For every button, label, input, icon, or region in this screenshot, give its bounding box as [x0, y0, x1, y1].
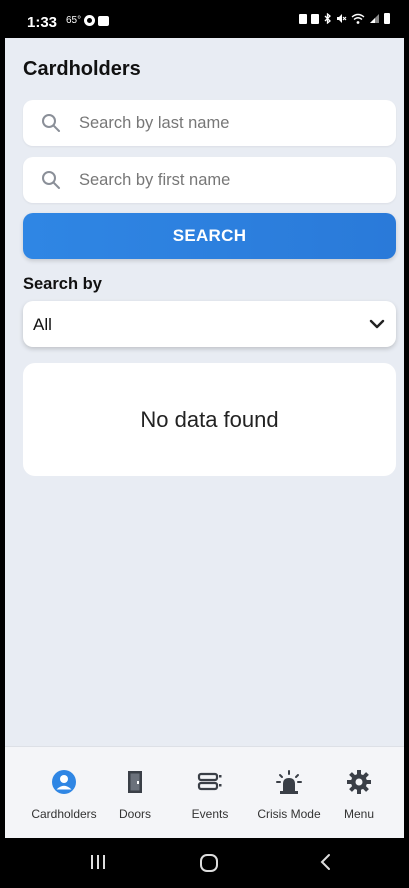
gear-icon	[347, 770, 371, 794]
results-card: No data found	[23, 363, 396, 476]
nav-item-events[interactable]: Events	[170, 747, 250, 839]
search-button[interactable]: SEARCH	[23, 213, 396, 259]
bluetooth-icon	[324, 13, 331, 24]
search-icon	[42, 114, 60, 132]
home-icon[interactable]	[198, 852, 220, 874]
empty-state-message: No data found	[140, 406, 279, 432]
nav-label-events: Events	[191, 807, 229, 821]
first-name-search-field[interactable]	[23, 157, 396, 203]
events-icon	[197, 772, 222, 791]
status-right-icons	[299, 13, 390, 24]
recent-apps-icon[interactable]	[88, 852, 108, 872]
alarm-light-icon	[276, 770, 302, 794]
status-time: 1:33	[27, 14, 58, 31]
nav-item-menu[interactable]: Menu	[319, 747, 399, 839]
nav-item-crisis-mode[interactable]: Crisis Mode	[249, 747, 329, 839]
first-name-input[interactable]	[79, 157, 379, 203]
app-screen: 1:33 65° Cardholders SEARCH Search by Al…	[5, 0, 404, 888]
last-name-search-field[interactable]	[23, 100, 396, 146]
wifi-icon	[351, 13, 365, 24]
bottom-nav: Cardholders Doors Events Crisis Mode Men…	[5, 746, 404, 839]
signal-icon	[370, 14, 379, 23]
status-bar: 1:33 65°	[5, 0, 404, 38]
mute-icon	[337, 14, 347, 23]
search-by-label: Search by	[23, 275, 102, 293]
last-name-input[interactable]	[79, 100, 379, 146]
nav-item-doors[interactable]: Doors	[95, 747, 175, 839]
person-circle-icon	[52, 770, 76, 794]
temperature-indicator: 65°	[66, 15, 82, 26]
page-title: Cardholders	[23, 58, 141, 80]
back-icon[interactable]	[316, 852, 336, 872]
battery-saver-icon	[299, 13, 307, 24]
notification-dot-icon	[84, 15, 96, 26]
door-icon	[128, 771, 142, 793]
nav-label-crisis-mode: Crisis Mode	[257, 807, 321, 821]
alarm-icon	[311, 13, 319, 24]
nav-label-doors: Doors	[118, 807, 151, 821]
nav-item-cardholders[interactable]: Cardholders	[24, 747, 104, 839]
gallery-icon	[98, 15, 110, 26]
nav-label-menu: Menu	[343, 807, 375, 821]
nav-label-cardholders: Cardholders	[31, 807, 97, 821]
chevron-down-icon	[369, 319, 385, 329]
system-navigation-bar	[5, 838, 404, 888]
search-by-selected-value: All	[33, 315, 52, 334]
status-left-icons: 65°	[66, 15, 110, 26]
battery-icon	[384, 13, 390, 24]
search-by-select[interactable]: All	[23, 301, 396, 347]
search-icon	[42, 171, 60, 189]
